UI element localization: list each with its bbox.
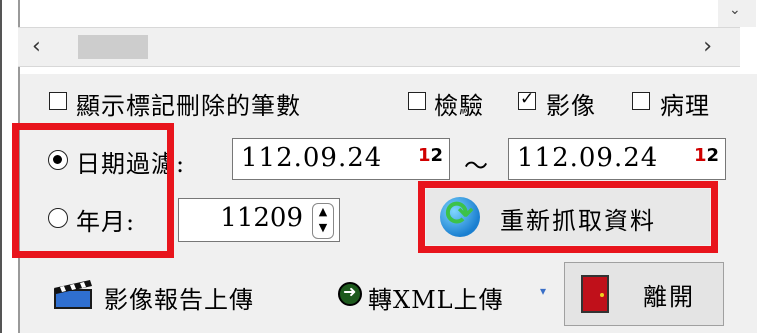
calendar-picker-icon[interactable]: 12 [418, 145, 443, 166]
scroll-left-icon[interactable]: ‹ [32, 34, 41, 59]
pathology-checkbox[interactable] [632, 92, 650, 110]
date-range-separator: ～ [464, 152, 489, 180]
imaging-checkbox[interactable] [518, 89, 536, 110]
scrollbar-thumb[interactable] [78, 35, 148, 59]
xml-upload-button[interactable]: 轉XML上傳 [368, 280, 504, 315]
show-deleted-checkbox[interactable] [49, 92, 67, 110]
imaging-label: 影像 [546, 92, 596, 120]
stepper-up-icon[interactable]: ▲ [313, 204, 333, 220]
film-clapper-icon[interactable] [52, 278, 94, 310]
highlight-box-radio-group [12, 123, 174, 258]
start-date-value: 112.09.24 [241, 143, 383, 173]
stepper-arrows[interactable]: ▲ ▼ [312, 203, 334, 239]
exit-label: 離開 [643, 283, 695, 311]
exit-button[interactable]: 離開 [564, 262, 724, 326]
scroll-right-icon[interactable]: › [703, 34, 712, 59]
pathology-label: 病理 [660, 92, 710, 120]
inspection-label: 檢驗 [434, 92, 484, 120]
door-icon [581, 275, 609, 313]
window-edge [0, 0, 2, 333]
stepper-down-icon[interactable]: ▼ [313, 220, 333, 236]
end-date-field[interactable]: 112.09.24 12 [508, 138, 726, 180]
scroll-down-icon[interactable]: ⌄ [729, 2, 741, 18]
start-date-field[interactable]: 112.09.24 12 [232, 138, 450, 180]
dropdown-arrow-icon[interactable]: ▾ [540, 284, 546, 298]
year-month-value: 11209 [220, 203, 303, 233]
horizontal-scrollbar[interactable]: ‹ › [18, 27, 740, 67]
show-deleted-label: 顯示標記刪除的筆數 [76, 92, 301, 120]
highlight-box-refresh [418, 181, 718, 253]
end-date-value: 112.09.24 [517, 143, 659, 173]
inspection-checkbox[interactable] [408, 92, 426, 110]
export-arrow-icon[interactable] [338, 282, 362, 306]
calendar-picker-icon[interactable]: 12 [694, 145, 719, 166]
year-month-stepper[interactable]: 11209 ▲ ▼ [178, 198, 340, 242]
vertical-scrollbar[interactable]: ⌄ [718, 0, 756, 27]
upload-report-button[interactable]: 影像報告上傳 [104, 280, 254, 315]
